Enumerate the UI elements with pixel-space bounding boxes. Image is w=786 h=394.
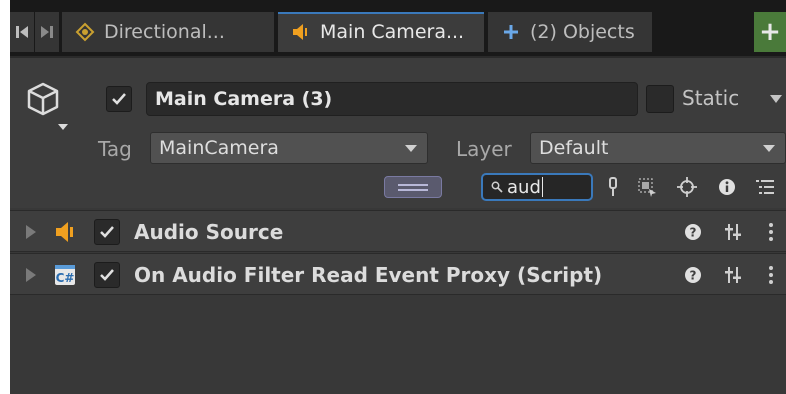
select-rect-button[interactable]: [636, 176, 658, 198]
context-menu-button[interactable]: [760, 264, 782, 286]
foldout-arrow-icon[interactable]: [26, 268, 36, 282]
tag-value: MainCamera: [159, 137, 279, 159]
help-icon: ?: [685, 224, 701, 240]
static-label: Static: [682, 86, 740, 110]
pin-button[interactable]: [602, 176, 624, 198]
skip-forward-icon: [41, 26, 53, 38]
layer-value: Default: [539, 137, 609, 159]
crosshair-icon: [677, 177, 697, 197]
audio-source-icon: [54, 221, 76, 243]
list-view-button[interactable]: [754, 176, 776, 198]
inspector-header: Main Camera (3) Static Tag MainCamera La…: [10, 58, 786, 208]
object-name-value: Main Camera (3): [155, 88, 333, 110]
pin-icon: [609, 177, 617, 196]
gizmo-target-button[interactable]: [676, 176, 698, 198]
skip-back-icon: [16, 26, 28, 38]
light-icon: [74, 21, 96, 43]
kebab-menu-icon: [769, 266, 773, 284]
component-row-audio-source[interactable]: Audio Source ?: [10, 210, 786, 252]
checkmark-icon: [112, 93, 126, 105]
static-dropdown-arrow-icon[interactable]: [770, 94, 782, 104]
sliders-icon: [725, 224, 741, 240]
layer-label: Layer: [456, 137, 512, 161]
static-checkbox[interactable]: [646, 85, 674, 113]
component-enabled-checkbox[interactable]: [94, 262, 120, 288]
help-button[interactable]: ?: [682, 264, 704, 286]
sliders-icon: [725, 267, 741, 283]
tab-label: (2) Objects: [530, 21, 635, 43]
csharp-script-icon: C#: [54, 264, 76, 286]
context-menu-button[interactable]: [760, 221, 782, 243]
layer-dropdown[interactable]: Default: [530, 132, 786, 164]
svg-text:C#: C#: [56, 271, 75, 285]
add-tab-label: +: [759, 17, 781, 47]
component-search-input[interactable]: aud: [481, 173, 593, 201]
checkmark-icon: [100, 226, 114, 238]
component-row-audio-filter-proxy[interactable]: C# On Audio Filter Read Event Proxy (Scr…: [10, 253, 786, 295]
list-icon: [756, 180, 774, 194]
tab-objects[interactable]: (2) Objects: [488, 12, 652, 52]
tab-strip: Directional... Main Camera... (2) Object…: [10, 0, 786, 58]
svg-text:?: ?: [690, 269, 697, 283]
foldout-arrow-icon[interactable]: [26, 225, 36, 239]
component-title: On Audio Filter Read Event Proxy (Script…: [134, 263, 603, 287]
inspector-empty-area: [10, 296, 786, 394]
add-tab-button[interactable]: +: [754, 12, 786, 52]
tab-label: Directional...: [104, 21, 225, 43]
go-next-button[interactable]: [35, 12, 59, 52]
active-checkbox[interactable]: [106, 86, 132, 112]
chevron-down-icon: [405, 145, 417, 152]
tab-main-camera[interactable]: Main Camera...: [278, 12, 484, 52]
plus-icon: [500, 21, 522, 43]
selection-frame-icon: [638, 178, 656, 197]
tab-directional-light[interactable]: Directional...: [62, 12, 274, 52]
chevron-down-icon: [763, 145, 775, 152]
pill-line: [398, 183, 428, 186]
help-button[interactable]: ?: [682, 221, 704, 243]
info-button[interactable]: [716, 176, 738, 198]
collapse-all-button[interactable]: [384, 176, 442, 198]
gameobject-cube-icon[interactable]: [24, 80, 70, 132]
object-name-field[interactable]: Main Camera (3): [146, 82, 638, 116]
audio-source-icon: [290, 21, 312, 43]
text-caret: [541, 177, 543, 197]
preset-button[interactable]: [722, 221, 744, 243]
tab-label: Main Camera...: [320, 21, 465, 43]
checkmark-icon: [100, 269, 114, 281]
go-first-button[interactable]: [10, 12, 34, 52]
info-icon: [719, 179, 735, 195]
search-value: aud: [507, 176, 541, 198]
preset-button[interactable]: [722, 264, 744, 286]
component-title: Audio Source: [134, 220, 284, 244]
pill-line: [398, 188, 428, 191]
inspector-window: Directional... Main Camera... (2) Object…: [10, 0, 786, 394]
help-icon: ?: [685, 267, 701, 283]
search-icon: [491, 181, 503, 193]
svg-text:?: ?: [690, 226, 697, 240]
tag-label: Tag: [98, 137, 132, 161]
component-enabled-checkbox[interactable]: [94, 219, 120, 245]
kebab-menu-icon: [769, 223, 773, 241]
tag-dropdown[interactable]: MainCamera: [150, 132, 428, 164]
